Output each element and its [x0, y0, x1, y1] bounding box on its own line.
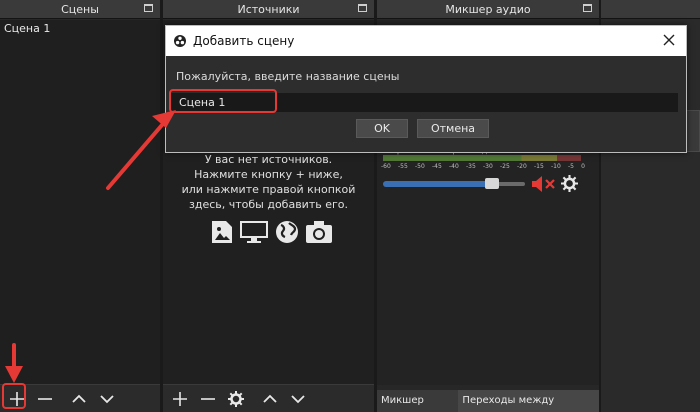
sources-empty-message: У вас нет источников. Нажмите кнопку + н… — [163, 152, 374, 212]
arrow-up-icon — [72, 394, 86, 403]
gear-icon — [228, 390, 244, 407]
sources-toolbar — [163, 384, 374, 412]
remove-source-button[interactable] — [197, 388, 219, 410]
meter-tick-label: -50 — [415, 163, 425, 170]
obs-logo-icon — [174, 35, 186, 47]
meter-tick-label: -35 — [466, 163, 476, 170]
meter-tick-label: -15 — [534, 163, 544, 170]
close-icon — [663, 34, 675, 46]
scenes-list: Сцена 1 — [0, 20, 160, 384]
undock-icon[interactable] — [144, 4, 153, 12]
dialog-title: Добавить сцену — [193, 34, 295, 48]
minus-icon — [38, 397, 52, 400]
minus-icon — [201, 397, 215, 400]
sources-title-text: Источники — [237, 3, 300, 16]
sources-dock-title: Источники — [163, 0, 374, 19]
mixer-dock-title: Микшер аудио — [377, 0, 599, 19]
meter-tick-label: 0 — [581, 163, 585, 170]
meter-tick-label: -40 — [449, 163, 459, 170]
annotation-highlight-input — [169, 89, 277, 113]
empty-line: здесь, чтобы добавить его. — [188, 198, 348, 211]
annotation-highlight-add-button — [2, 383, 26, 409]
monitor-icon — [240, 221, 268, 243]
scenes-dock: Сцены Сцена 1 — [0, 0, 160, 412]
empty-line: или нажмите правой кнопкой — [181, 183, 356, 196]
move-scene-down-button[interactable] — [96, 388, 118, 410]
remove-scene-button[interactable] — [34, 388, 56, 410]
right-dock-title — [601, 0, 700, 19]
mute-speaker-icon[interactable] — [531, 175, 557, 193]
meter-tick-label: -55 — [398, 163, 408, 170]
dialog-close-button[interactable] — [660, 31, 678, 49]
meter-ticks: -60 -55 -50 -45 -40 -35 -30 -25 -20 -15 -10 -5 0 — [381, 163, 585, 170]
empty-line: У вас нет источников. — [204, 153, 333, 166]
source-properties-button[interactable] — [225, 388, 247, 410]
dialog-titlebar: Добавить сцену — [166, 26, 686, 56]
scenes-dock-title: Сцены — [0, 0, 160, 19]
meter-tick-label: -60 — [381, 163, 391, 170]
undock-icon[interactable] — [358, 4, 367, 12]
tab-scene-transitions[interactable]: Переходы между сценами — [458, 390, 599, 412]
dialog-prompt: Пожалуйста, введите название сцены — [176, 70, 400, 83]
gear-icon[interactable] — [561, 175, 578, 192]
volume-meter — [383, 155, 581, 161]
plus-icon — [173, 391, 187, 406]
tab-audio-mixer[interactable]: Микшер аудио — [377, 390, 459, 412]
scene-item[interactable]: Сцена 1 — [0, 20, 160, 38]
arrow-down-icon — [100, 394, 114, 403]
volume-fader[interactable] — [383, 181, 492, 187]
arrow-up-icon — [263, 394, 277, 403]
ok-button[interactable]: OK — [356, 119, 408, 138]
meter-tick-label: -20 — [517, 163, 527, 170]
source-type-icons — [211, 220, 333, 244]
fader-handle[interactable] — [485, 178, 499, 189]
arrow-down-icon — [291, 394, 305, 403]
meter-tick-label: -30 — [483, 163, 493, 170]
meter-tick-label: -10 — [551, 163, 561, 170]
meter-tick-label: -45 — [432, 163, 442, 170]
move-source-down-button[interactable] — [287, 388, 309, 410]
undock-icon[interactable] — [583, 4, 592, 12]
mixer-tabs: Микшер аудио Переходы между сценами — [377, 390, 599, 412]
mixer-title-text: Микшер аудио — [445, 3, 531, 16]
globe-icon — [276, 221, 298, 243]
scenes-title-text: Сцены — [61, 3, 99, 16]
move-source-up-button[interactable] — [259, 388, 281, 410]
cancel-button[interactable]: Отмена — [417, 119, 489, 138]
add-source-button[interactable] — [169, 388, 191, 410]
camera-icon — [306, 221, 332, 243]
meter-tick-label: -5 — [568, 163, 574, 170]
meter-tick-label: -25 — [500, 163, 510, 170]
move-scene-up-button[interactable] — [68, 388, 90, 410]
empty-line: Нажмите кнопку + ниже, — [194, 168, 343, 181]
image-icon — [212, 221, 232, 243]
